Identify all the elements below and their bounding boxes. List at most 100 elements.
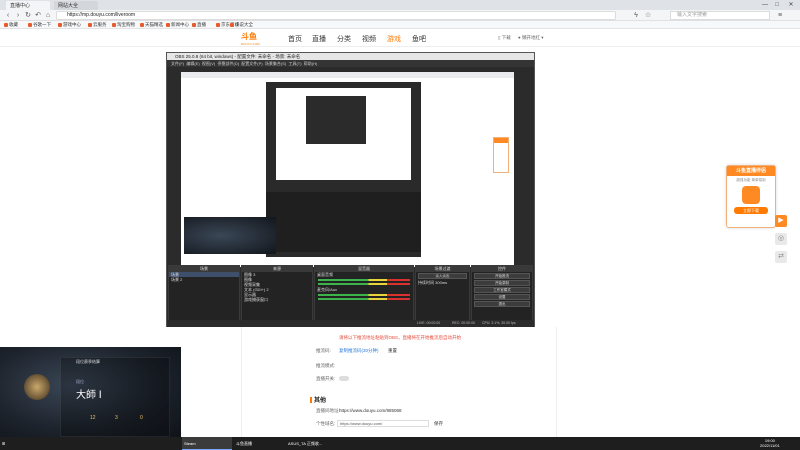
- obs-window[interactable]: OBS 25.0.8 (64 bit, windows) - 配置文件: 未命名…: [166, 52, 535, 327]
- bookmark-item[interactable]: 天猫精选: [140, 22, 163, 28]
- game-webcam-overlay: 段位赛季结算 段位 大師 Ⅰ 12 3 0: [0, 347, 181, 443]
- transition-select[interactable]: 淡入淡出: [418, 273, 467, 279]
- save-button[interactable]: 保存: [434, 421, 443, 427]
- browser-search-input[interactable]: 输入文字搜索: [670, 11, 770, 20]
- obs-menu-help[interactable]: 帮助(H): [304, 61, 318, 66]
- star-icon[interactable]: ☆: [644, 11, 652, 20]
- taskbar-steam[interactable]: Steam: [182, 437, 232, 450]
- rank-label: 段位: [76, 379, 84, 384]
- live-assistant-widget[interactable]: 斗鱼直播伴侣 超强功能·简单易用 立即下载: [726, 165, 776, 228]
- refresh-icon[interactable]: ↻: [24, 11, 32, 20]
- taskbar-asus[interactable]: ASUS_TA 正频收...: [286, 437, 346, 450]
- season-header: 段位赛季结算: [76, 359, 100, 364]
- nav-video[interactable]: 视频: [362, 34, 376, 44]
- preview-browser-bar: [181, 72, 514, 78]
- start-icon[interactable]: ⊞: [0, 437, 10, 450]
- user-menu[interactable]: ● 懒开地红 ▾: [518, 35, 543, 41]
- nav-game[interactable]: 游戏: [387, 34, 401, 44]
- obs-menu-profile[interactable]: 配置文件(P): [241, 61, 262, 66]
- obs-menu-edit[interactable]: 编辑(E): [186, 61, 199, 66]
- nav-fishbar[interactable]: 鱼吧: [412, 34, 426, 44]
- minimize-button[interactable]: —: [760, 1, 770, 9]
- obs-menu-view[interactable]: 视图(V): [202, 61, 215, 66]
- taskbar-label: Steam: [184, 441, 196, 446]
- copy-stream-key-link[interactable]: 复制推流码(30分钟): [339, 348, 379, 354]
- obs-menu-file[interactable]: 文件(F): [171, 61, 184, 66]
- room-url[interactable]: https://www.douyu.com/985068: [339, 408, 402, 413]
- nav-home[interactable]: 首页: [288, 34, 302, 44]
- taskbar: [0, 437, 800, 450]
- bookmark-item[interactable]: 收藏: [4, 22, 18, 28]
- live-time: LIVE: 00:00:00: [417, 321, 441, 325]
- field-label: 推流模式:: [316, 363, 336, 368]
- forward-icon[interactable]: ›: [14, 11, 22, 20]
- nav-live[interactable]: 直播: [312, 34, 326, 44]
- rank-emblem-icon: [24, 374, 50, 400]
- reset-button[interactable]: 重置: [388, 348, 397, 354]
- lightning-icon[interactable]: ϟ: [632, 11, 640, 20]
- tab-site-nav[interactable]: 网站大全: [54, 1, 98, 10]
- start-recording-button[interactable]: 开始录制: [474, 280, 530, 286]
- url-text: https://mp.douyu.com/liveroom: [67, 12, 136, 18]
- rec-time: REC: 00:00:00: [452, 321, 475, 325]
- download-link[interactable]: ▯ 下载: [498, 35, 511, 41]
- duration-value[interactable]: 300ms: [435, 280, 447, 285]
- controls-header: 控件: [472, 266, 532, 272]
- obs-menu-tools[interactable]: 工具(T): [288, 61, 301, 66]
- transitions-header: 场景过渡: [416, 266, 469, 272]
- maximize-button[interactable]: □: [772, 1, 782, 9]
- douyu-logo[interactable]: 斗鱼 DOUYU.COM: [241, 31, 277, 46]
- start-streaming-button[interactable]: 开始推流: [474, 273, 530, 279]
- close-button[interactable]: ✕: [786, 1, 796, 9]
- audio-meter: [318, 294, 410, 296]
- section-title: 其他: [310, 395, 326, 404]
- exit-button[interactable]: 退出: [474, 301, 530, 307]
- bookmark-item[interactable]: 游戏中心: [58, 22, 81, 28]
- obs-status-bar: LIVE: 00:00:00 REC: 00:00:00 CPU: 3.1%, …: [167, 320, 534, 327]
- obs-menu-scene-collection[interactable]: 场景集合(S): [265, 61, 286, 66]
- live-icon[interactable]: ▶: [775, 215, 787, 227]
- source-item[interactable]: 游戏捕获窗口: [242, 297, 312, 302]
- menu-icon[interactable]: ≡: [776, 11, 784, 20]
- custom-domain-input[interactable]: https://www.douyu.com/: [337, 420, 429, 427]
- share-icon[interactable]: ⇄: [775, 251, 787, 263]
- system-clock[interactable]: 19:00 2022/11/01: [760, 438, 780, 448]
- bookmark-item[interactable]: 小说大全: [230, 22, 253, 28]
- tab-live-center[interactable]: 直播中心: [6, 1, 50, 10]
- url-bar[interactable]: https://mp.douyu.com/liveroom: [56, 11, 616, 20]
- stat-value: 3: [115, 415, 118, 421]
- preview-nested-canvas: [276, 88, 411, 180]
- home-icon[interactable]: ⌂: [44, 11, 52, 20]
- field-label: 推流码:: [316, 348, 331, 353]
- obs-controls-panel: 控件 开始推流 开始录制 工作室模式 设置 退出: [471, 265, 533, 323]
- audio-meter: [318, 279, 410, 281]
- bookmark-item[interactable]: 新闻中心: [166, 22, 189, 28]
- bookmark-item[interactable]: 淘宝购物: [112, 22, 135, 28]
- audio-meter: [318, 298, 410, 300]
- cpu-fps: CPU: 3.1%, 30.00 fps: [482, 321, 516, 325]
- obs-transitions-panel: 场景过渡 淡入淡出 持续时间 300ms: [415, 265, 470, 323]
- audio-meter: [318, 283, 410, 285]
- username: 懒开地红: [521, 35, 540, 40]
- duration-label: 持续时间: [418, 280, 434, 285]
- scene-item[interactable]: 场景 2: [169, 277, 239, 282]
- undo-icon[interactable]: ↶: [34, 11, 42, 20]
- studio-mode-button[interactable]: 工作室模式: [474, 287, 530, 293]
- nav-category[interactable]: 分类: [337, 34, 351, 44]
- stat-value: 12: [90, 415, 96, 421]
- obs-menu-docks[interactable]: 停靠部件(D): [218, 61, 240, 66]
- settings-button[interactable]: 设置: [474, 294, 530, 300]
- taskbar-douyu[interactable]: 斗鱼直播: [234, 437, 284, 450]
- widget-subtitle: 超强功能·简单易用: [736, 178, 766, 182]
- live-switch-toggle[interactable]: [339, 376, 349, 381]
- logo-text: 斗鱼: [241, 32, 257, 41]
- field-label: 直播开关:: [316, 376, 336, 381]
- obs-preview[interactable]: [181, 72, 514, 267]
- camera-icon[interactable]: ◎: [775, 233, 787, 245]
- bookmark-item[interactable]: 直播: [192, 22, 206, 28]
- bookmark-item[interactable]: 谷歌一下: [28, 22, 51, 28]
- download-label: 下载: [501, 35, 511, 40]
- back-icon[interactable]: ‹: [4, 11, 12, 20]
- download-assistant-button[interactable]: 立即下载: [734, 207, 768, 214]
- bookmark-item[interactable]: 云服务: [88, 22, 107, 28]
